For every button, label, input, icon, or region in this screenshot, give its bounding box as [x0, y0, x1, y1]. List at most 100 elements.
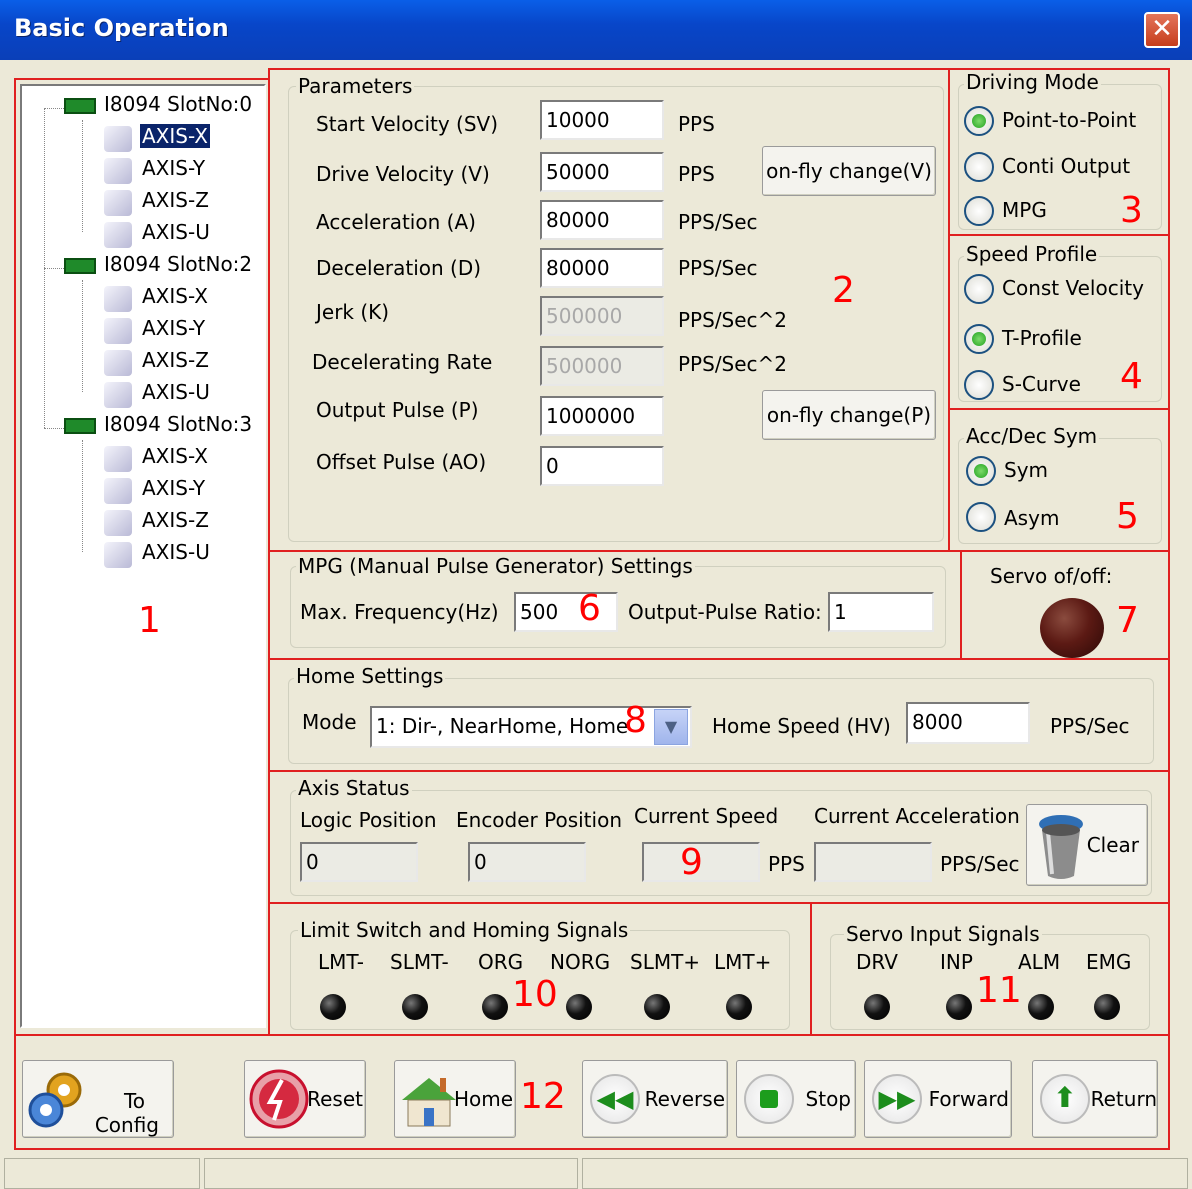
radio-point-to-point[interactable]: [964, 106, 994, 136]
home-speed-unit: PPS/Sec: [1050, 714, 1130, 738]
tree-axis-axis-u[interactable]: AXIS-U: [140, 540, 212, 564]
mpg-label: MPG: [1002, 198, 1047, 222]
close-icon[interactable]: ✕: [1144, 12, 1180, 48]
axis-icon: [104, 126, 132, 152]
servo-signal-label-alm: ALM: [1018, 950, 1061, 974]
radio-t-profile[interactable]: [964, 324, 994, 354]
card-slot-icon: [64, 418, 96, 434]
axis-icon: [104, 158, 132, 184]
servo-signals-title: Servo Input Signals: [844, 922, 1042, 946]
tree-axis-axis-u[interactable]: AXIS-U: [140, 380, 212, 404]
tree-slot-2[interactable]: I8094 SlotNo:3: [104, 412, 252, 436]
signal-label-slmtplus: SLMT+: [630, 950, 701, 974]
annotation-8: 8: [624, 700, 647, 741]
servo-signal-label-inp: INP: [940, 950, 973, 974]
parameters-title: Parameters: [296, 74, 415, 98]
conti-output-label: Conti Output: [1002, 154, 1131, 178]
status-pane-3: [582, 1158, 1188, 1189]
axis-icon: [104, 318, 132, 344]
deceleration-input[interactable]: 80000: [540, 248, 664, 288]
radio-sym[interactable]: [966, 456, 996, 486]
start-velocity-input[interactable]: 10000: [540, 100, 664, 140]
radio-mpg[interactable]: [964, 196, 994, 226]
deceleration-label: Deceleration (D): [316, 256, 482, 280]
signal-led: [726, 994, 752, 1020]
output-pulse-ratio-label: Output-Pulse Ratio:: [628, 600, 822, 624]
current-speed-unit: PPS: [768, 852, 805, 876]
tree-axis-axis-z[interactable]: AXIS-Z: [140, 188, 211, 212]
tree-axis-axis-x[interactable]: AXIS-X: [140, 444, 210, 468]
tree-axis-axis-y[interactable]: AXIS-Y: [140, 316, 207, 340]
status-pane-2: [204, 1158, 578, 1189]
tree-axis-axis-z[interactable]: AXIS-Z: [140, 508, 211, 532]
annotation-11: 11: [976, 970, 1022, 1011]
axis-icon: [104, 478, 132, 504]
annotation-1: 1: [138, 600, 161, 641]
radio-const-velocity[interactable]: [964, 274, 994, 304]
sym-label: Sym: [1004, 458, 1049, 482]
tree-slot-1[interactable]: I8094 SlotNo:2: [104, 252, 252, 276]
axis-icon: [104, 446, 132, 472]
onfly-change-p-button[interactable]: on-fly change(P): [762, 390, 936, 440]
signal-label-slmtminus: SLMT-: [390, 950, 449, 974]
deceleration-unit: PPS/Sec: [678, 256, 758, 280]
asym-label: Asym: [1004, 506, 1060, 530]
point-to-point-label: Point-to-Point: [1002, 108, 1137, 132]
tree-axis-axis-u[interactable]: AXIS-U: [140, 220, 212, 244]
servo-signal-led: [1094, 994, 1120, 1020]
signal-led: [320, 994, 346, 1020]
annotation-12: 12: [520, 1076, 566, 1117]
axis-icon: [104, 542, 132, 568]
tree-axis-axis-x[interactable]: AXIS-X: [139, 123, 211, 149]
radio-asym[interactable]: [966, 502, 996, 532]
house-icon: [402, 1078, 456, 1127]
radio-s-curve[interactable]: [964, 370, 994, 400]
offset-pulse-input[interactable]: 0: [540, 446, 664, 486]
max-frequency-input[interactable]: 500: [514, 592, 618, 632]
servo-signal-label-drv: DRV: [856, 950, 898, 974]
to-config-label-1: To: [123, 1089, 145, 1113]
status-pane-1: [4, 1158, 200, 1189]
s-curve-label: S-Curve: [1002, 372, 1081, 396]
output-pulse-input[interactable]: 1000000: [540, 396, 664, 436]
servo-label: Servo of/off:: [990, 564, 1113, 588]
jerk-label: Jerk (K): [316, 300, 390, 324]
fast-forward-icon: ▶▶: [872, 1074, 922, 1124]
output-pulse-ratio-input[interactable]: 1: [828, 592, 934, 632]
window-title: Basic Operation: [14, 14, 229, 42]
jerk-unit: PPS/Sec^2: [678, 308, 788, 332]
onfly-change-v-button[interactable]: on-fly change(V): [762, 146, 936, 196]
clear-button-label: Clear: [1086, 833, 1139, 857]
annotation-5: 5: [1116, 496, 1139, 537]
axis-icon: [104, 286, 132, 312]
signal-label-norg: NORG: [550, 950, 611, 974]
home-speed-input[interactable]: 8000: [906, 702, 1030, 744]
card-slot-icon: [64, 258, 96, 274]
drive-velocity-input[interactable]: 50000: [540, 152, 664, 192]
annotation-2: 2: [832, 270, 855, 311]
decel-rate-input: 500000: [540, 346, 664, 386]
tree-axis-axis-x[interactable]: AXIS-X: [140, 284, 210, 308]
servo-signal-label-emg: EMG: [1086, 950, 1132, 974]
decel-rate-unit: PPS/Sec^2: [678, 352, 788, 376]
current-acceleration-unit: PPS/Sec: [940, 852, 1020, 876]
max-frequency-label: Max. Frequency(Hz): [300, 600, 499, 624]
trash-can-icon: [1039, 815, 1083, 879]
chevron-down-icon[interactable]: ▼: [654, 709, 688, 745]
annotation-3: 3: [1120, 190, 1143, 231]
tree-axis-axis-z[interactable]: AXIS-Z: [140, 348, 211, 372]
signal-label-org: ORG: [478, 950, 524, 974]
axis-icon: [104, 350, 132, 376]
home-label: Home: [453, 1087, 513, 1111]
servo-signal-led: [864, 994, 890, 1020]
acceleration-input[interactable]: 80000: [540, 200, 664, 240]
servo-toggle-button[interactable]: [1040, 598, 1104, 658]
annotation-10: 10: [512, 974, 558, 1015]
annotation-9: 9: [680, 842, 703, 883]
tree-axis-axis-y[interactable]: AXIS-Y: [140, 476, 207, 500]
radio-conti-output[interactable]: [964, 152, 994, 182]
start-velocity-label: Start Velocity (SV): [316, 112, 499, 136]
tree-slot-0[interactable]: I8094 SlotNo:0: [104, 92, 252, 116]
tree-axis-axis-y[interactable]: AXIS-Y: [140, 156, 207, 180]
axis-icon: [104, 510, 132, 536]
